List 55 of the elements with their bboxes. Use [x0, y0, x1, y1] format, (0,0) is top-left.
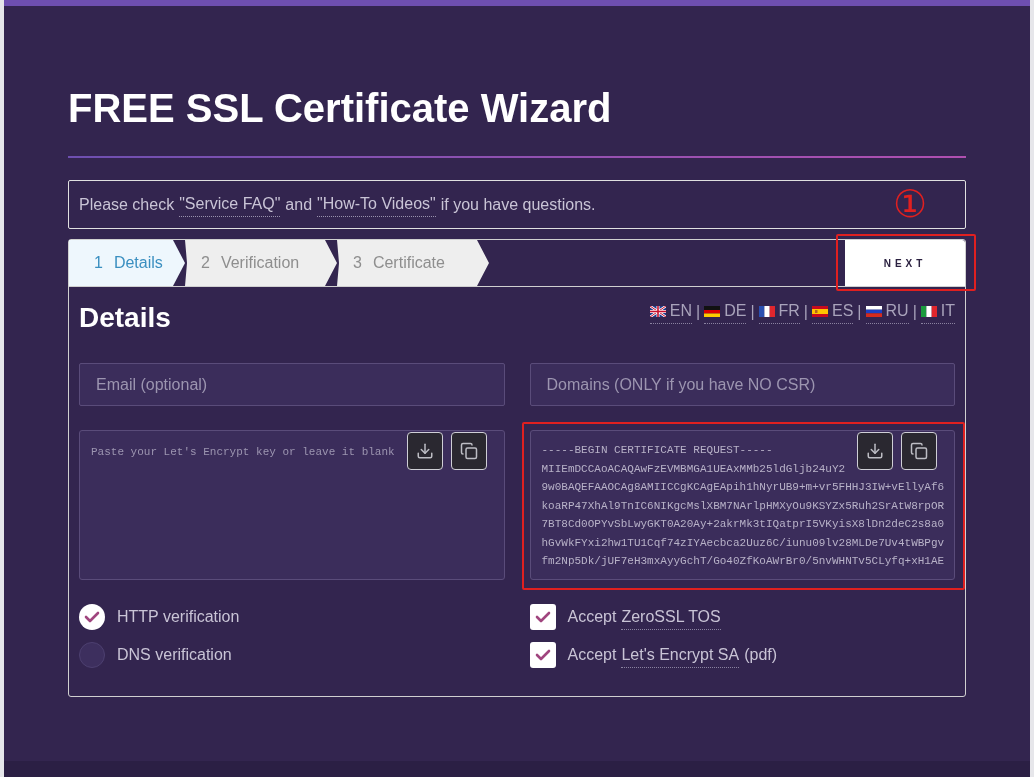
email-field[interactable]: Email (optional) [79, 363, 505, 406]
separator-text: | [912, 301, 917, 322]
next-button[interactable]: NEXT [845, 240, 965, 286]
checkbox-label: Accept [567, 644, 617, 665]
flag-icon [812, 305, 828, 317]
domains-field[interactable]: Domains (ONLY if you have NO CSR) [529, 363, 955, 406]
notice-text: and [285, 194, 313, 215]
checkbox-label: (pdf) [744, 644, 778, 665]
separator-text: | [857, 301, 862, 322]
flag-icon [649, 305, 666, 317]
flag-icon [920, 305, 937, 317]
checkbox[interactable] [529, 604, 556, 630]
language-link[interactable]: ES [812, 299, 854, 324]
copy-icon [910, 442, 928, 460]
csr-field[interactable]: -----BEGIN CERTIFICATE REQUEST----- MIIEmDCCAoACAQAwFzEVMBMGA1UEAxMMb25ldGljb24uY2 9w0BAQEFAAOCAg8AMIICCgKCAgEApih1hNyrUB9+m+vr5FHHJ3IW+vEllyAf6 koaRP47XhAl9TnIC6NIKgcMslXBM7NArlpHMXyOu9KSYZx5Ruh2SrAtW8rpOR 7BT8Cd0OPYvSbLwyGKT0A20Ay+2akrMk3tIQatprI5VKyisX8lDn2deC2s8a0 hGvWkFYxi2hw1TU1Cqf74zIYAecbca2Uuz6C/iunu09lv28MLDe7Uv4tWBPgv fm2Np5Dk/jUF7eH3mxAyyGchT/Go40ZfKoAWrBr0/5nvWHNTv5CLyfq+xH1AE [529, 430, 955, 580]
flag-icon [704, 305, 721, 317]
help-link[interactable]: "How-To Videos" [317, 192, 436, 217]
copy-button[interactable] [450, 432, 487, 470]
check-icon [84, 611, 100, 623]
check-icon [534, 611, 551, 623]
page-title: FREE SSL Certificate Wizard [68, 85, 613, 132]
flag-icon [865, 305, 882, 317]
download-icon [415, 442, 434, 460]
download-button[interactable] [857, 432, 893, 470]
separator-text: | [750, 301, 755, 322]
language-link[interactable]: RU [865, 299, 909, 324]
terms-link[interactable]: Let's Encrypt SA [621, 642, 740, 668]
flag-icon [758, 305, 775, 317]
wizard-step[interactable]: 2 Verification [185, 240, 337, 286]
wizard-step[interactable]: 1 Details [69, 240, 185, 286]
key-field[interactable]: Paste your Let's Encrypt key or leave it blank [79, 430, 505, 580]
language-link[interactable]: FR [758, 299, 800, 324]
help-link[interactable]: "Service FAQ" [179, 192, 281, 217]
section-title: Details [79, 301, 171, 335]
copy-button[interactable] [901, 432, 937, 470]
checkbox[interactable] [529, 642, 556, 668]
download-icon [866, 442, 884, 460]
annotation-marker: ① [893, 182, 927, 226]
language-link[interactable]: IT [920, 299, 955, 324]
language-link[interactable]: DE [704, 299, 747, 324]
radio-label: DNS verification [117, 645, 232, 665]
separator-text: | [803, 301, 808, 322]
copy-icon [459, 442, 478, 460]
terms-link[interactable]: ZeroSSL TOS [621, 604, 721, 630]
notice-text: Please check [79, 194, 175, 215]
wizard-step[interactable]: 3 Certificate [337, 240, 489, 286]
notice-text: if you have questions. [440, 194, 596, 215]
check-icon [534, 649, 551, 661]
radio-button[interactable] [79, 642, 105, 668]
radio-label: HTTP verification [117, 607, 240, 627]
radio-button[interactable] [79, 604, 105, 630]
checkbox-label: Accept [567, 606, 617, 627]
separator-text: | [696, 301, 701, 322]
language-link[interactable]: EN [649, 299, 692, 324]
download-button[interactable] [406, 432, 443, 470]
